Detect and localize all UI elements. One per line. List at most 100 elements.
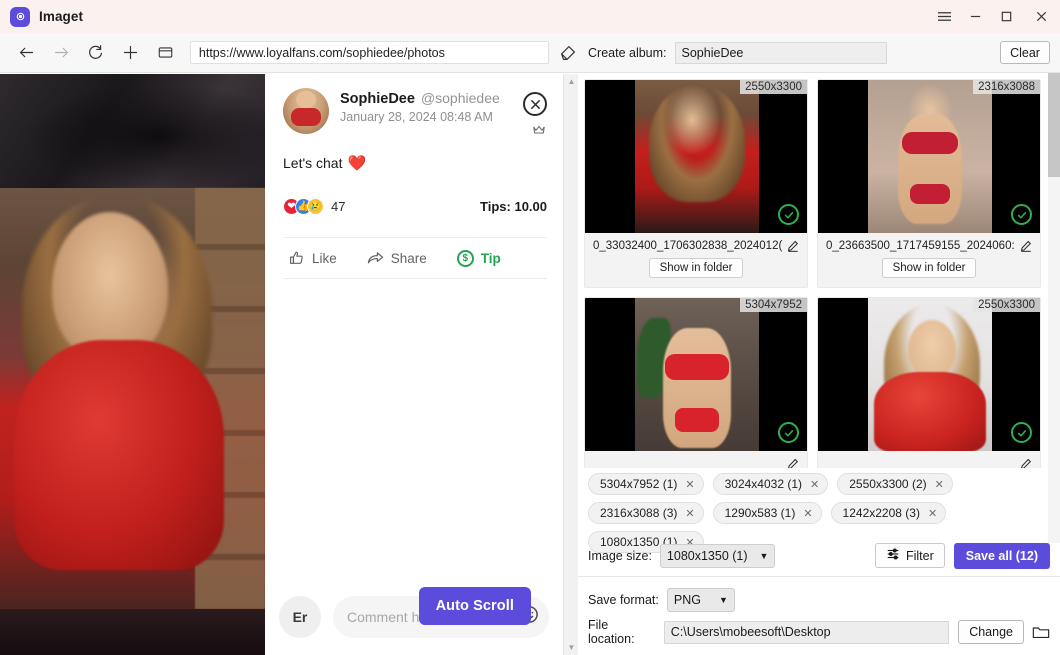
minimize-icon[interactable] bbox=[960, 0, 991, 33]
remove-tag-icon[interactable]: ✕ bbox=[803, 507, 812, 520]
pencil-edit-icon[interactable] bbox=[787, 458, 799, 468]
image-card[interactable]: 2316x3088 0_23663500_1717459155_2024060: S… bbox=[817, 79, 1041, 288]
image-card[interactable]: 5304x7952Show in folder bbox=[584, 297, 808, 468]
webview-scrollbar[interactable]: ▲ ▼ bbox=[563, 74, 578, 655]
share-button[interactable]: Share bbox=[367, 250, 427, 266]
filter-tag[interactable]: 1290x583 (1) ✕ bbox=[712, 502, 822, 524]
comment-avatar[interactable]: Er bbox=[279, 596, 321, 638]
thumbnail-artwork bbox=[868, 80, 992, 233]
back-arrow-icon[interactable] bbox=[12, 38, 42, 68]
show-in-folder-button[interactable]: Show in folder bbox=[881, 258, 977, 278]
selected-check-icon[interactable] bbox=[778, 204, 799, 225]
heart-emoji-icon: ❤️ bbox=[347, 155, 367, 172]
app-title: Imaget bbox=[39, 9, 84, 24]
save-format-select[interactable]: PNG ▼ bbox=[666, 588, 735, 612]
forward-arrow-icon[interactable] bbox=[47, 38, 77, 68]
image-card[interactable]: 2550x3300 0_33032400_1706302838_2024012( S… bbox=[584, 79, 808, 288]
maximize-icon[interactable] bbox=[991, 0, 1022, 33]
reload-icon[interactable] bbox=[81, 38, 111, 68]
avatar[interactable] bbox=[283, 88, 329, 134]
image-thumbnail[interactable]: 2316x3088 bbox=[818, 80, 1040, 233]
reactions-row: ❤ 👍 😢 47 Tips: 10.00 bbox=[283, 198, 547, 215]
image-filename[interactable]: 0_23663500_1717459155_2024060: bbox=[826, 240, 1016, 252]
image-size-select[interactable]: 1080x1350 (1) ▼ bbox=[659, 543, 776, 568]
save-all-button[interactable]: Save all (12) bbox=[953, 542, 1050, 569]
selected-check-icon[interactable] bbox=[1011, 422, 1032, 443]
remove-tag-icon[interactable]: ✕ bbox=[685, 507, 694, 520]
embedded-browser-view: www.loyalfans.com/sophiedee SophieDee @s… bbox=[0, 74, 563, 655]
clear-button[interactable]: Clear bbox=[1000, 41, 1050, 64]
scrollbar-thumb[interactable] bbox=[1048, 73, 1060, 177]
size-controls-row: Image size: 1080x1350 (1) ▼ Filter Save … bbox=[578, 535, 1060, 577]
post-date: January 28, 2024 08:48 AM bbox=[340, 110, 493, 124]
pencil-edit-icon[interactable] bbox=[787, 240, 799, 252]
like-button[interactable]: Like bbox=[289, 250, 337, 266]
tip-button[interactable]: $ Tip bbox=[456, 249, 501, 267]
image-card[interactable]: 2550x3300Show in folder bbox=[817, 297, 1041, 468]
close-circle-icon[interactable] bbox=[523, 92, 547, 116]
hamburger-menu-icon[interactable] bbox=[929, 0, 960, 33]
post-photo[interactable]: www.loyalfans.com/sophiedee bbox=[0, 74, 265, 655]
filter-tag[interactable]: 2316x3088 (3) ✕ bbox=[588, 502, 704, 524]
filter-tag[interactable]: 5304x7952 (1) ✕ bbox=[588, 473, 704, 495]
post-actions: Like Share $ Tip bbox=[283, 237, 547, 279]
reaction-icons[interactable]: ❤ 👍 😢 bbox=[283, 198, 324, 215]
remove-tag-icon[interactable]: ✕ bbox=[685, 478, 694, 491]
image-filename[interactable]: 0_33032400_1706302838_2024012( bbox=[593, 240, 783, 252]
post-text-body: Let's chat bbox=[283, 155, 343, 171]
filter-tag-label: 1290x583 (1) bbox=[724, 506, 796, 520]
post-handle[interactable]: @sophiedee bbox=[421, 90, 500, 106]
file-location-input[interactable]: C:\Users\mobeesoft\Desktop bbox=[663, 620, 950, 644]
thumbnail-artwork bbox=[635, 80, 759, 233]
remove-tag-icon[interactable]: ✕ bbox=[935, 478, 944, 491]
image-thumbnail[interactable]: 2550x3300 bbox=[585, 80, 807, 233]
change-location-button[interactable]: Change bbox=[958, 620, 1024, 644]
file-location-label: File location: bbox=[588, 618, 635, 646]
image-thumbnail[interactable]: 2550x3300 bbox=[818, 298, 1040, 451]
filter-tag-label: 3024x4032 (1) bbox=[724, 477, 802, 491]
plus-icon[interactable] bbox=[116, 38, 146, 68]
close-icon[interactable] bbox=[1022, 0, 1060, 33]
sliders-filter-icon bbox=[886, 547, 900, 564]
selected-check-icon[interactable] bbox=[1011, 204, 1032, 225]
share-arrow-icon bbox=[367, 250, 384, 266]
downloads-panel: 2550x3300 0_33032400_1706302838_2024012( S… bbox=[578, 73, 1060, 655]
thumbs-up-icon bbox=[289, 250, 305, 266]
post-display-name[interactable]: SophieDee bbox=[340, 91, 415, 107]
image-thumbnail[interactable]: 5304x7952 bbox=[585, 298, 807, 451]
filter-tag-label: 5304x7952 (1) bbox=[600, 477, 678, 491]
selected-check-icon[interactable] bbox=[778, 422, 799, 443]
filename-row bbox=[818, 451, 1040, 468]
image-grid: 2550x3300 0_33032400_1706302838_2024012( S… bbox=[578, 73, 1048, 468]
image-size-value: 1080x1350 (1) bbox=[666, 548, 748, 563]
window-controls bbox=[929, 0, 1060, 33]
image-size-label: Image size: bbox=[588, 548, 652, 563]
auto-scroll-button[interactable]: Auto Scroll bbox=[418, 587, 531, 625]
remove-tag-icon[interactable]: ✕ bbox=[928, 507, 937, 520]
pencil-edit-icon[interactable] bbox=[1020, 240, 1032, 252]
post-header: SophieDee @sophiedee January 28, 2024 08… bbox=[283, 88, 547, 134]
filter-tag[interactable]: 3024x4032 (1) ✕ bbox=[712, 473, 829, 495]
reaction-count: 47 bbox=[331, 199, 346, 214]
show-in-folder-button[interactable]: Show in folder bbox=[648, 258, 744, 278]
url-text: https://www.loyalfans.com/sophiedee/phot… bbox=[198, 45, 445, 60]
filter-tag[interactable]: 2550x3300 (2) ✕ bbox=[837, 473, 953, 495]
filter-tag-label: 1242x2208 (3) bbox=[842, 506, 920, 520]
filter-tag[interactable]: 1242x2208 (3) ✕ bbox=[830, 502, 947, 524]
panel-scrollbar[interactable] bbox=[1048, 73, 1060, 543]
album-name-input[interactable]: SophieDee bbox=[674, 41, 887, 64]
tabs-icon[interactable] bbox=[150, 38, 180, 68]
save-format-value: PNG bbox=[673, 593, 701, 607]
filter-button[interactable]: Filter bbox=[874, 543, 945, 568]
url-input[interactable]: https://www.loyalfans.com/sophiedee/phot… bbox=[189, 41, 549, 64]
scroll-up-icon[interactable]: ▲ bbox=[564, 74, 579, 89]
image-dimensions-badge: 5304x7952 bbox=[740, 298, 807, 312]
remove-tag-icon[interactable]: ✕ bbox=[810, 478, 819, 491]
browser-toolbar: https://www.loyalfans.com/sophiedee/phot… bbox=[0, 33, 578, 73]
open-folder-icon[interactable] bbox=[1032, 625, 1050, 640]
filename-row: 0_23663500_1717459155_2024060: bbox=[818, 233, 1040, 254]
grab-images-icon[interactable] bbox=[558, 43, 578, 63]
pencil-edit-icon[interactable] bbox=[1020, 458, 1032, 468]
crown-badge-icon bbox=[532, 122, 546, 140]
scroll-down-icon[interactable]: ▼ bbox=[564, 640, 579, 655]
